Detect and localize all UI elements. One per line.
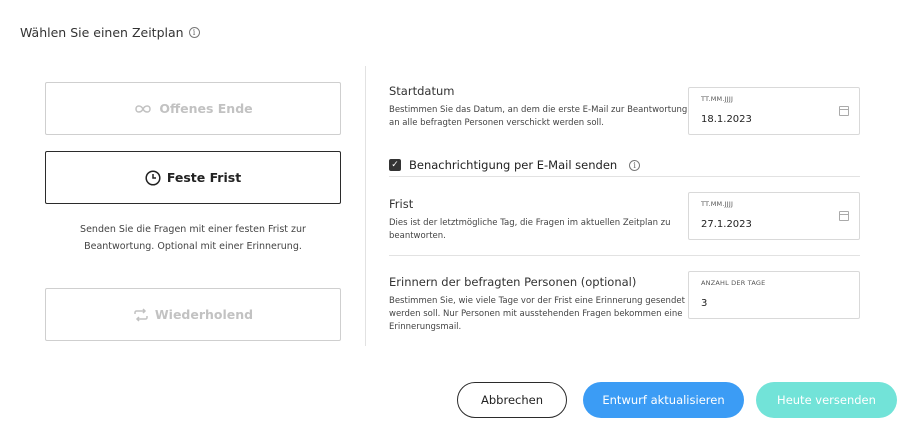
start-date-value: 18.1.2023 <box>701 114 752 125</box>
section-divider <box>389 176 860 177</box>
vertical-divider <box>365 66 366 346</box>
start-date-title: Startdatum <box>389 84 455 98</box>
deadline-value: 27.1.2023 <box>701 219 752 230</box>
repeat-icon <box>134 307 148 322</box>
info-icon[interactable]: i <box>629 159 641 171</box>
reminder-days-field[interactable]: ANZAHL DER TAGE 3 <box>688 271 860 319</box>
calendar-icon[interactable] <box>839 106 849 116</box>
deadline-field-label: TT.MM.JJJJ <box>701 200 734 208</box>
reminder-days-value: 3 <box>701 298 708 309</box>
reminder-title: Erinnern der befragten Personen (optiona… <box>389 275 637 289</box>
deadline-title: Frist <box>389 197 414 211</box>
send-today-button[interactable]: Heute versenden <box>756 382 897 418</box>
update-draft-button[interactable]: Entwurf aktualisieren <box>583 382 744 418</box>
page-title: Wählen Sie einen Zeitplan i <box>20 25 200 40</box>
deadline-description: Dies ist der letztmögliche Tag, die Frag… <box>389 218 671 241</box>
fixed-deadline-description: Senden Sie die Fragen mit einer festen F… <box>80 224 306 252</box>
option-fixed-deadline-label: Feste Frist <box>166 170 242 185</box>
email-notification-row: ✓ Benachrichtigung per E-Mail senden i <box>389 158 641 172</box>
option-recurring[interactable]: Wiederholend <box>45 288 341 341</box>
deadline-date-field[interactable]: TT.MM.JJJJ 27.1.2023 <box>688 192 860 240</box>
option-fixed-deadline[interactable]: Feste Frist <box>45 151 341 204</box>
reminder-days-label: ANZAHL DER TAGE <box>701 279 766 287</box>
calendar-icon[interactable] <box>839 211 849 221</box>
page-title-text: Wählen Sie einen Zeitplan <box>20 25 184 40</box>
reminder-section: Erinnern der befragten Personen (optiona… <box>389 275 689 334</box>
deadline-section: Frist Dies ist der letztmögliche Tag, di… <box>389 197 689 243</box>
info-icon[interactable]: i <box>188 27 200 38</box>
start-date-section: Startdatum Bestimmen Sie das Datum, an d… <box>389 84 689 130</box>
option-open-end-label: Offenes Ende <box>159 101 253 116</box>
infinity-icon <box>135 104 152 113</box>
reminder-description: Bestimmen Sie, wie viele Tage vor der Fr… <box>389 296 685 332</box>
email-notification-label: Benachrichtigung per E-Mail senden <box>409 158 618 172</box>
option-open-end[interactable]: Offenes Ende <box>45 82 341 135</box>
start-date-field-label: TT.MM.JJJJ <box>701 95 734 103</box>
cancel-button[interactable]: Abbrechen <box>457 382 567 418</box>
start-date-description: Bestimmen Sie das Datum, an dem die erst… <box>389 105 688 128</box>
option-recurring-label: Wiederholend <box>154 307 254 322</box>
section-divider <box>389 255 860 256</box>
clock-icon <box>145 169 161 186</box>
email-notification-checkbox[interactable]: ✓ <box>389 159 401 171</box>
start-date-field[interactable]: TT.MM.JJJJ 18.1.2023 <box>688 87 860 135</box>
